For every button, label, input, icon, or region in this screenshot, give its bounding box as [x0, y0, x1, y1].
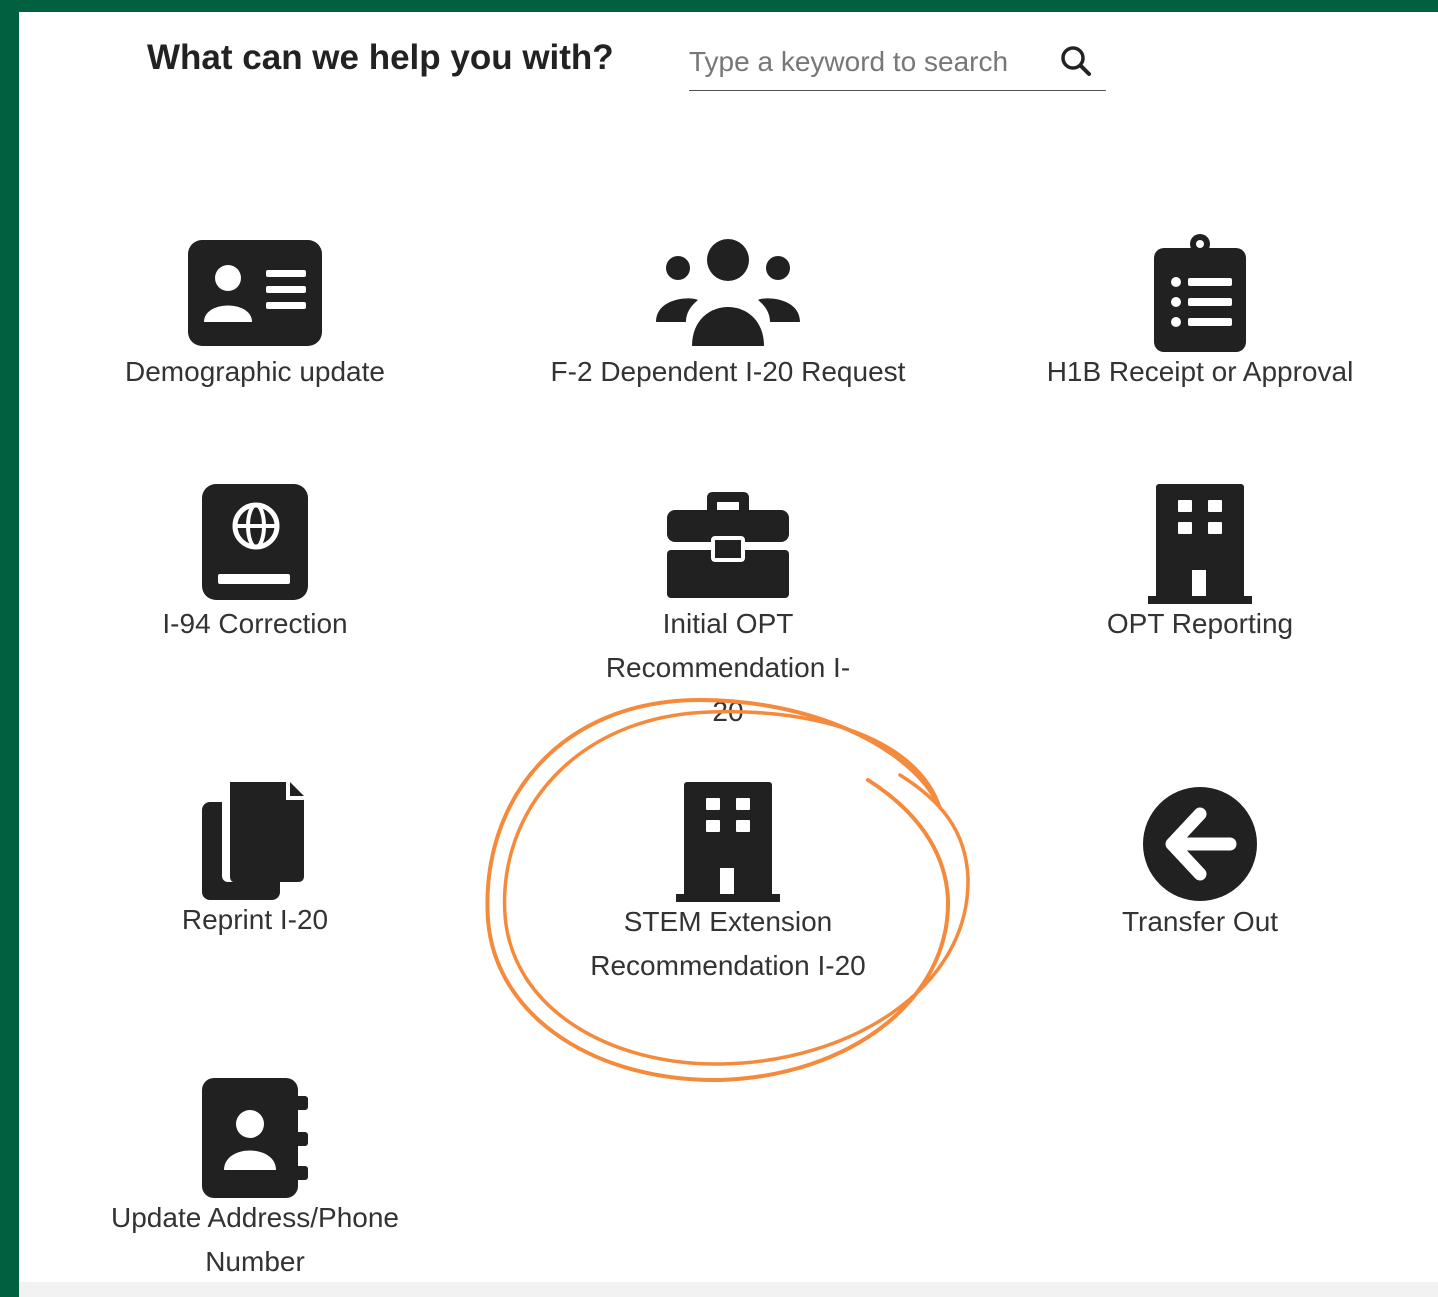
service-tile-label: Demographic update — [125, 356, 385, 387]
service-tile-label: H1B Receipt or Approval — [1046, 356, 1354, 387]
building-icon — [676, 782, 780, 907]
service-tile-label: OPT Reporting — [1106, 608, 1294, 639]
service-tile-reprint-i20[interactable]: Reprint I-20 — [45, 778, 465, 948]
service-tile-opt-reporting[interactable]: OPT Reporting — [990, 484, 1410, 654]
service-tile-label: Reprint I-20 — [181, 904, 329, 935]
service-tile-h1b-receipt[interactable]: H1B Receipt or Approval — [990, 232, 1410, 408]
service-tile-transfer-out[interactable]: Transfer Out — [990, 786, 1410, 956]
address-book-icon — [202, 1078, 308, 1203]
clipboard-list-icon — [1154, 234, 1246, 357]
service-tile-label: Update Address/Phone Number — [111, 1202, 399, 1277]
service-tile-demographic-update[interactable]: Demographic update — [45, 238, 465, 408]
building-icon — [1148, 484, 1252, 609]
service-tile-initial-opt[interactable]: Initial OPT Recommendation I-20 — [518, 492, 938, 727]
search-icon[interactable] — [1057, 42, 1097, 82]
passport-icon — [202, 484, 308, 605]
search-input[interactable] — [689, 40, 1039, 84]
service-tile-label: Transfer Out — [1121, 906, 1279, 937]
service-tile-i94-correction[interactable]: I-94 Correction — [45, 484, 465, 654]
service-tile-label: STEM Extension Recommendation I-20 — [590, 906, 866, 981]
service-tile-label: Initial OPT Recommendation I-20 — [605, 608, 851, 727]
search-bar — [689, 40, 1106, 91]
page-title: What can we help you with? — [147, 38, 614, 77]
arrow-left-circle-icon — [1142, 786, 1258, 907]
copy-documents-icon — [202, 778, 308, 905]
id-card-icon — [188, 240, 322, 351]
service-tile-label: F-2 Dependent I-20 Request — [550, 356, 906, 387]
service-tile-update-address[interactable]: Update Address/Phone Number — [45, 1078, 465, 1288]
service-tile-stem-extension[interactable]: STEM Extension Recommendation I-20 — [518, 782, 938, 992]
briefcase-icon — [667, 492, 789, 603]
service-tile-f2-dependent-request[interactable]: F-2 Dependent I-20 Request — [518, 238, 938, 408]
users-icon — [652, 238, 804, 351]
service-tile-label: I-94 Correction — [162, 608, 348, 639]
